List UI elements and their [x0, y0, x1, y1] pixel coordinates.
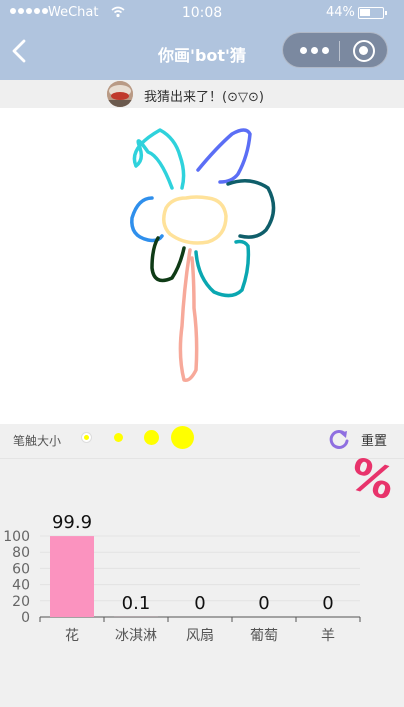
brush-size-label: 笔触大小: [13, 434, 62, 448]
x-tick-label: 冰淇淋: [115, 628, 157, 644]
y-tick-label: 100: [3, 529, 30, 545]
brush-size-medium[interactable]: [114, 433, 123, 442]
brush-size-row: 笔触大小 重置: [0, 424, 404, 454]
bar-value-label: 0: [258, 593, 269, 614]
drawing-canvas[interactable]: [0, 108, 404, 424]
stroke-cream-center: [162, 195, 228, 245]
x-tick-label: 风扇: [186, 628, 214, 644]
bar-value-label: 0.1: [122, 593, 151, 614]
stroke-cyan-petal: [132, 128, 186, 190]
battery-icon: [358, 7, 387, 19]
guess-probability-chart: 02040608010099.9花0.1冰淇淋0风扇0葡萄0羊: [3, 512, 361, 644]
brush-size-xlarge[interactable]: [171, 426, 194, 449]
y-tick-label: 80: [12, 545, 30, 561]
top-bar: WeChat 10:08 44% 你画'bot'猜: [0, 0, 404, 80]
stroke-teal-right-petal: [226, 179, 276, 239]
x-tick-label: 花: [65, 628, 79, 644]
bar-value-label: 0: [322, 593, 333, 614]
bot-message-text: 我猜出来了！(⊙▽⊙): [144, 90, 264, 105]
x-tick-label: 羊: [321, 628, 335, 644]
bot-avatar: [107, 81, 133, 107]
x-tick-label: 葡萄: [250, 628, 278, 644]
close-circle-icon[interactable]: [353, 40, 375, 62]
flower-drawing: [130, 128, 276, 383]
stroke-blue-left-petal: [130, 196, 164, 243]
y-tick-label: 40: [12, 578, 30, 594]
y-tick-label: 0: [21, 610, 30, 626]
y-tick-label: 60: [12, 561, 30, 577]
bar: [50, 536, 94, 617]
reset-refresh-icon[interactable]: [328, 428, 350, 450]
brush-size-large[interactable]: [144, 430, 159, 445]
bar-value-label: 99.9: [52, 512, 92, 533]
battery-percent: 44%: [326, 5, 355, 20]
y-tick-label: 20: [12, 594, 30, 610]
stroke-purple-petal: [196, 128, 252, 184]
stroke-teal-bottom-petal: [194, 239, 251, 298]
status-bar: WeChat 10:08 44%: [0, 0, 404, 26]
brush-size-small[interactable]: [82, 433, 91, 442]
bar-value-label: 0: [194, 593, 205, 614]
capsule-divider: [339, 41, 340, 61]
stroke-pink-stem: [178, 248, 199, 383]
more-menu-button[interactable]: [297, 33, 337, 67]
bot-message-bar: 我猜出来了！(⊙▽⊙): [0, 80, 404, 108]
stroke-darkgreen-petal: [150, 236, 186, 283]
reset-button[interactable]: 重置: [361, 430, 387, 449]
section-divider: [0, 458, 404, 459]
mini-program-capsule: [282, 32, 388, 68]
